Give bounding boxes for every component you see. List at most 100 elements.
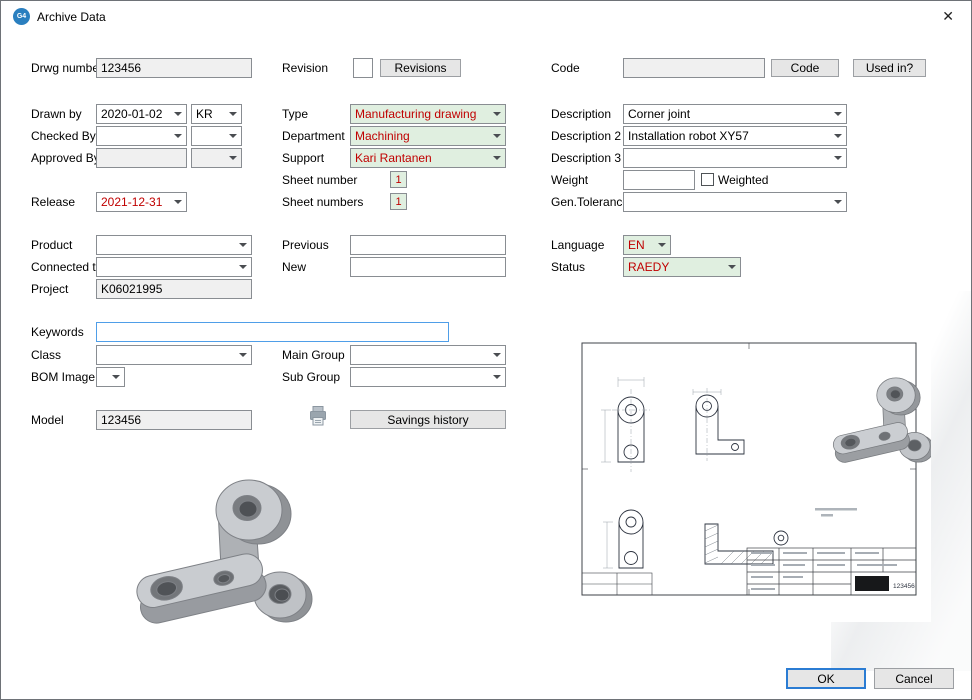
chevron-down-icon [235, 258, 251, 276]
approved-initials-combo[interactable] [191, 148, 242, 168]
chevron-down-icon [225, 149, 241, 167]
main-group-label: Main Group [282, 348, 345, 362]
description2-combo[interactable]: Installation robot XY57 [623, 126, 847, 146]
description2-label: Description 2 [551, 129, 621, 143]
savings-history-button[interactable]: Savings history [350, 410, 506, 429]
support-label: Support [282, 151, 324, 165]
weight-field[interactable] [623, 170, 695, 190]
sheet-number-label: Sheet number [282, 173, 357, 187]
class-combo[interactable] [96, 345, 252, 365]
status-combo[interactable]: RAEDY [623, 257, 741, 277]
language-label: Language [551, 238, 604, 252]
close-icon[interactable]: ✕ [942, 9, 954, 23]
code-label: Code [551, 61, 580, 75]
drawing-number-text: 123456 [893, 583, 915, 590]
model-field[interactable] [96, 410, 252, 430]
bom-image-label: BOM Image [31, 370, 95, 384]
release-label: Release [31, 195, 75, 209]
model-label: Model [31, 413, 64, 427]
product-combo[interactable] [96, 235, 252, 255]
chevron-down-icon [724, 258, 740, 276]
revision-field[interactable] [353, 58, 373, 78]
chevron-down-icon [830, 127, 846, 145]
drawn-by-label: Drawn by [31, 107, 82, 121]
chevron-down-icon [489, 149, 505, 167]
description-combo[interactable]: Corner joint [623, 104, 847, 124]
chevron-down-icon [489, 368, 505, 386]
status-label: Status [551, 260, 585, 274]
title-bar: G4 Archive Data ✕ [1, 1, 971, 31]
class-label: Class [31, 348, 61, 362]
chevron-down-icon [225, 105, 241, 123]
chevron-down-icon [830, 105, 846, 123]
archive-data-dialog: G4 Archive Data ✕ Drwg number Revision R… [0, 0, 972, 700]
drawing-sheet: 123456 [567, 332, 931, 622]
code-button[interactable]: Code [771, 59, 839, 77]
chevron-down-icon [830, 193, 846, 211]
department-label: Department [282, 129, 345, 143]
department-combo[interactable]: Machining [350, 126, 506, 146]
connected-to-combo[interactable] [96, 257, 252, 277]
previous-label: Previous [282, 238, 329, 252]
approved-date-field[interactable] [96, 148, 187, 168]
chevron-down-icon [654, 236, 670, 254]
approved-by-label: Approved By [31, 151, 100, 165]
keywords-label: Keywords [31, 325, 84, 339]
cancel-button[interactable]: Cancel [874, 668, 954, 689]
language-combo[interactable]: EN [623, 235, 671, 255]
drawn-initials-combo[interactable]: KR [191, 104, 242, 124]
weighted-label: Weighted [718, 173, 768, 187]
chevron-down-icon [108, 368, 124, 386]
weight-label: Weight [551, 173, 588, 187]
connected-to-label: Connected to [31, 260, 102, 274]
checked-date-combo[interactable] [96, 126, 187, 146]
previous-field[interactable] [350, 235, 506, 255]
sheet-number-field[interactable]: 1 [390, 171, 407, 188]
code-field[interactable] [623, 58, 765, 78]
drawing-preview-image: 123456 [567, 332, 931, 622]
new-field[interactable] [350, 257, 506, 277]
revisions-button[interactable]: Revisions [380, 59, 461, 77]
project-field[interactable] [96, 279, 252, 299]
description3-combo[interactable] [623, 148, 847, 168]
revision-label: Revision [282, 61, 328, 75]
sub-group-combo[interactable] [350, 367, 506, 387]
window-title: Archive Data [37, 10, 106, 24]
chevron-down-icon [489, 105, 505, 123]
chevron-down-icon [170, 127, 186, 145]
release-combo[interactable]: 2021-12-31 [96, 192, 187, 212]
project-label: Project [31, 282, 68, 296]
description-label: Description [551, 107, 611, 121]
print-icon[interactable] [309, 405, 327, 432]
checked-by-label: Checked By [31, 129, 96, 143]
main-group-combo[interactable] [350, 345, 506, 365]
drwg-number-label: Drwg number [31, 61, 103, 75]
support-combo[interactable]: Kari Rantanen [350, 148, 506, 168]
checked-initials-combo[interactable] [191, 126, 242, 146]
corner-joint-3d-render [96, 452, 336, 649]
chevron-down-icon [489, 346, 505, 364]
sheet-numbers-field[interactable]: 1 [390, 193, 407, 210]
chevron-down-icon [235, 236, 251, 254]
product-label: Product [31, 238, 72, 252]
chevron-down-icon [235, 346, 251, 364]
new-label: New [282, 260, 306, 274]
chevron-down-icon [489, 127, 505, 145]
used-in-button[interactable]: Used in? [853, 59, 926, 77]
chevron-down-icon [225, 127, 241, 145]
weighted-checkbox[interactable] [701, 173, 714, 186]
sub-group-label: Sub Group [282, 370, 340, 384]
model-preview-image [96, 452, 336, 649]
keywords-input[interactable] [96, 322, 449, 342]
ok-button[interactable]: OK [786, 668, 866, 689]
chevron-down-icon [170, 193, 186, 211]
app-logo-icon: G4 [13, 8, 30, 25]
sheet-numbers-label: Sheet numbers [282, 195, 363, 209]
chevron-down-icon [830, 149, 846, 167]
description3-label: Description 3 [551, 151, 621, 165]
type-combo[interactable]: Manufacturing drawing [350, 104, 506, 124]
gen-tolerances-combo[interactable] [623, 192, 847, 212]
drwg-number-field[interactable] [96, 58, 252, 78]
drawn-date-combo[interactable]: 2020-01-02 [96, 104, 187, 124]
bom-image-combo[interactable] [96, 367, 125, 387]
